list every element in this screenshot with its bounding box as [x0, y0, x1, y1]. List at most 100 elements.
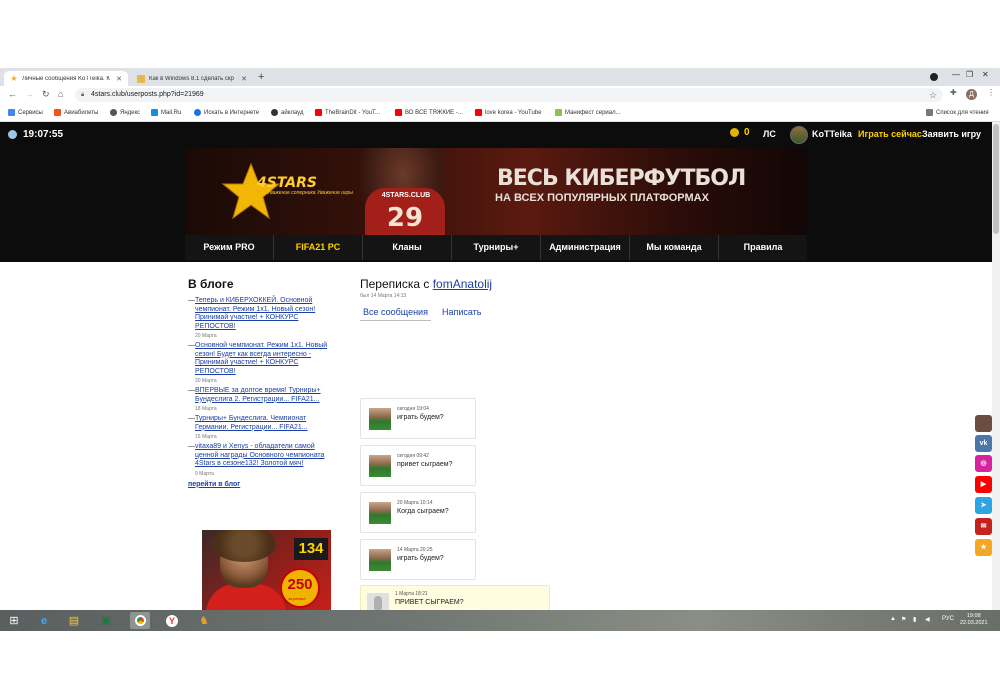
game-app-icon[interactable]: ♞ [194, 612, 214, 629]
scrollbar-thumb[interactable] [993, 124, 999, 234]
instagram-icon[interactable]: ◎ [975, 455, 992, 472]
tab-all-messages[interactable]: Все сообщения [360, 305, 431, 321]
site-clock: 19:07:55 [8, 129, 63, 140]
tab-windows-article[interactable]: Как в Windows 8.1 сделать скр ✕ [131, 71, 253, 86]
message-text: Когда сыграем? [397, 508, 449, 515]
message-item[interactable]: 20 Марта 10:14 Когда сыграем? [360, 492, 476, 533]
telegram-icon[interactable]: ➤ [975, 497, 992, 514]
bookmark-item[interactable]: Искать в Интернете [194, 109, 259, 116]
bookmark-item[interactable]: Манифест сериал... [555, 109, 621, 116]
bookmark-apps[interactable]: Сервисы [8, 109, 43, 116]
menu-dots-icon[interactable]: ⋮ [987, 88, 995, 97]
bookmark-item[interactable]: Mail.Ru [151, 109, 181, 116]
bookmark-label: Яндекс [120, 109, 141, 116]
bookmark-item[interactable]: Яндекс [110, 109, 140, 116]
close-icon[interactable]: ✕ [116, 75, 122, 83]
browser-window: ★ Личные сообщения KoTTeika. К ✕ Как в W… [0, 68, 1000, 631]
star-icon[interactable]: ★ [975, 539, 992, 556]
menu-item-rules[interactable]: Правила [719, 235, 807, 260]
message-item-incoming[interactable]: 1 Марта 18:21 ПРИВЕТ СЫГРАЕМ? [360, 585, 550, 610]
new-tab-button[interactable]: + [258, 71, 264, 83]
bookmark-item[interactable]: Авиабилеты [54, 109, 98, 116]
flag-icon[interactable]: ⚑ [901, 616, 906, 623]
gmail-icon[interactable]: ✉ [975, 518, 992, 535]
play-now-link[interactable]: Играть сейчас [858, 129, 922, 139]
tray-up-arrow-icon[interactable]: ▲ [890, 616, 896, 622]
banner-headline: ВЕСЬ КИБЕРФУТБОЛ [497, 166, 746, 191]
blog-post-link[interactable]: vitaxa89 и Xenys - обладатели самой ценн… [195, 443, 338, 469]
message-item[interactable]: 14 Марта 20:25 играть будем? [360, 539, 476, 580]
blog-post: — ВПЕРВЫЕ за долгое время! Турниры+ Бунд… [188, 387, 338, 412]
coins-counter[interactable]: 0 [730, 127, 750, 138]
bookmark-item[interactable]: TheBrainDit - YouT... [315, 109, 380, 116]
blog-post-link[interactable]: Теперь и КИБЕРХОККЕЙ. Основной чемпионат… [195, 297, 338, 331]
tab-write[interactable]: Написать [439, 305, 485, 321]
vk-icon[interactable]: vk [975, 435, 992, 452]
message-text: привет сыграем? [397, 461, 453, 468]
bullet-dash: — [188, 297, 195, 304]
blog-post: — Основной чемпионат. Режим 1х1. Новый с… [188, 342, 338, 384]
minimize-icon[interactable]: — [952, 70, 960, 79]
bookmark-item[interactable]: love korea - YouTube [475, 109, 541, 116]
bookmark-item[interactable]: айклауд [271, 109, 303, 116]
sender-avatar [369, 455, 391, 477]
close-window-icon[interactable]: ✕ [982, 70, 989, 79]
taskbar-clock[interactable]: 19:08 22.03.2021 [960, 613, 988, 627]
back-arrow-icon[interactable]: ← [8, 89, 17, 99]
yandex-browser-icon[interactable]: Y [162, 612, 182, 629]
social-avatar-icon[interactable] [975, 415, 992, 432]
username-link[interactable]: KoTTeika [812, 129, 852, 139]
menu-item-tournaments[interactable]: Турниры+ [452, 235, 541, 260]
network-icon[interactable]: ▮ [913, 616, 916, 623]
reading-list[interactable]: Список для чтения [926, 109, 989, 116]
globe-icon [8, 130, 17, 139]
menu-item-clans[interactable]: Кланы [363, 235, 452, 260]
sender-avatar [369, 408, 391, 430]
user-avatar[interactable] [790, 126, 808, 144]
chrome-icon[interactable] [130, 612, 150, 629]
menu-item-administration[interactable]: Администрация [541, 235, 630, 260]
address-bar[interactable]: 🔒︎ 4stars.club/userposts.php?id=21969 ☆ [75, 88, 943, 102]
reload-icon[interactable]: ↻ [42, 89, 50, 100]
bookmark-star-icon[interactable]: ☆ [929, 88, 937, 102]
forward-arrow-icon[interactable]: → [25, 89, 34, 99]
page-scrollbar[interactable] [992, 122, 1000, 610]
promo-banner[interactable]: 134 250 за репост [202, 530, 331, 610]
logo-text: 4STARS [257, 175, 317, 191]
profile-avatar[interactable]: Д [966, 89, 977, 100]
excel-icon[interactable]: ▣ [96, 612, 116, 629]
blog-post-link[interactable]: Турниры+ Бундеслига. Чемпионат Германии.… [195, 415, 338, 432]
close-icon[interactable]: ✕ [241, 75, 247, 83]
blog-post: — Турниры+ Бундеслига. Чемпионат Германи… [188, 415, 338, 440]
blog-post-date: 20 Марта [195, 378, 217, 384]
restore-icon[interactable]: ❐ [966, 70, 973, 79]
site-header: 19:07:55 0 ЛС KoTTeika Играть сейчас Зая… [0, 122, 992, 262]
extensions-icon[interactable]: ✚ [950, 88, 957, 97]
blog-post-date: 9 Марта [195, 470, 214, 477]
message-item[interactable]: сегодня 19:04 играть будем? [360, 398, 476, 439]
blog-post-link[interactable]: Основной чемпионат. Режим 1х1. Новый сез… [195, 342, 338, 376]
blog-post-link[interactable]: ВПЕРВЫЕ за долгое время! Турниры+ Бундес… [195, 387, 338, 404]
home-icon[interactable]: ⌂ [58, 89, 63, 99]
tab-messages[interactable]: ★ Личные сообщения KoTTeika. К ✕ [4, 71, 128, 86]
partner-link[interactable]: fomAnatolij [433, 277, 492, 291]
menu-item-team[interactable]: Мы команда [630, 235, 719, 260]
url-text: 4stars.club/userposts.php?id=21969 [91, 91, 204, 98]
request-game-link[interactable]: Заявить игру [922, 129, 981, 139]
menu-item-pro-mode[interactable]: Режим PRO [185, 235, 274, 260]
internet-explorer-icon[interactable]: e [34, 612, 54, 629]
site-banner[interactable]: 4STARS Уважение соперника Уважение игры … [185, 148, 807, 235]
go-to-blog-link[interactable]: перейти в блог [188, 481, 338, 488]
menu-item-fifa21[interactable]: FIFA21 PC [274, 235, 363, 260]
file-explorer-icon[interactable]: ▤ [64, 612, 84, 629]
language-indicator[interactable]: РУС [942, 616, 954, 622]
volume-icon[interactable]: ◀ [925, 616, 930, 623]
bookmark-label: Mail.Ru [161, 109, 182, 116]
plane-icon [54, 109, 61, 116]
message-item[interactable]: сегодня 09:42 привет сыграем? [360, 445, 476, 486]
youtube-icon[interactable]: ▶ [975, 476, 992, 493]
bookmark-item[interactable]: ВО ВСЕ ТЯЖКИЕ -... [395, 109, 463, 116]
private-messages-link[interactable]: ЛС [763, 129, 776, 139]
profile-icon[interactable] [930, 73, 938, 81]
windows-start-icon[interactable]: ⊞ [4, 612, 24, 629]
